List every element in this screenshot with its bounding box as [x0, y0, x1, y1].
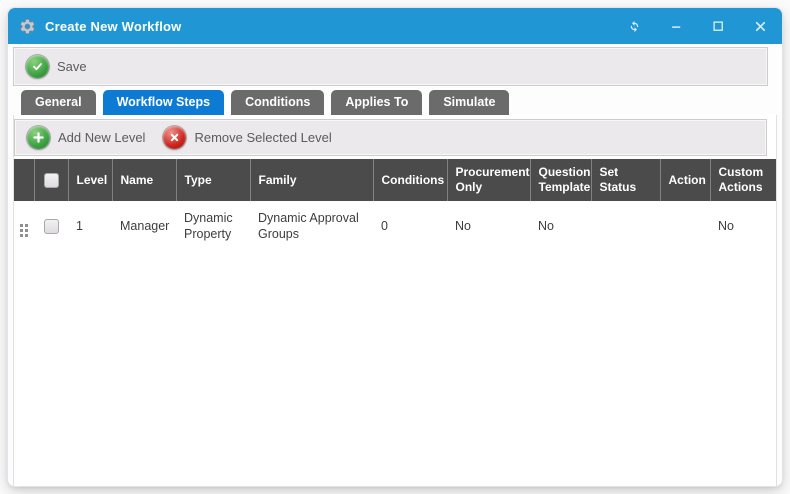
cell-level: 1	[68, 201, 112, 251]
column-header-family[interactable]: Family	[250, 159, 373, 201]
row-select-cell	[34, 201, 68, 251]
window-controls	[627, 19, 768, 34]
tab-conditions[interactable]: Conditions	[231, 90, 324, 115]
window-title: Create New Workflow	[45, 19, 181, 34]
column-header-select	[34, 159, 68, 201]
add-new-level-label: Add New Level	[58, 130, 145, 145]
tab-applies-to[interactable]: Applies To	[331, 90, 422, 115]
close-icon[interactable]	[753, 19, 768, 34]
column-header-name[interactable]: Name	[112, 159, 176, 201]
cell-name: Manager	[112, 201, 176, 251]
column-header-action[interactable]: Action	[660, 159, 710, 201]
cell-procurement-only: No	[447, 201, 530, 251]
workflow-steps-table: Level Name Type Family Conditions Procur…	[14, 159, 776, 251]
table-row[interactable]: 1 Manager Dynamic Property Dynamic Appro…	[14, 201, 776, 251]
row-checkbox[interactable]	[44, 219, 59, 234]
save-toolbar: Save	[13, 47, 768, 86]
column-header-conditions[interactable]: Conditions	[373, 159, 447, 201]
cell-question-template: No	[530, 201, 591, 251]
select-all-checkbox[interactable]	[44, 173, 59, 188]
column-header-level[interactable]: Level	[68, 159, 112, 201]
workflow-steps-panel: Add New Level Remove Selected Level	[13, 115, 777, 486]
column-header-procurement-only[interactable]: Procurement Only	[447, 159, 530, 201]
save-button[interactable]: Save	[18, 52, 95, 81]
tab-strip: General Workflow Steps Conditions Applie…	[21, 90, 777, 115]
add-new-level-button[interactable]: Add New Level	[19, 123, 153, 152]
tab-workflow-steps[interactable]: Workflow Steps	[103, 90, 225, 115]
refresh-icon[interactable]	[627, 19, 642, 34]
tab-general[interactable]: General	[21, 90, 96, 115]
drag-grip-icon[interactable]	[20, 224, 28, 237]
row-drag-cell	[14, 201, 34, 251]
cell-custom-actions: No	[710, 201, 776, 251]
cell-conditions: 0	[373, 201, 447, 251]
save-check-icon	[26, 55, 49, 78]
cell-type: Dynamic Property	[176, 201, 250, 251]
remove-selected-level-button[interactable]: Remove Selected Level	[155, 123, 339, 152]
create-new-workflow-dialog: Create New Workflow Save	[8, 8, 782, 486]
column-header-custom-actions[interactable]: Custom Actions	[710, 159, 776, 201]
maximize-icon[interactable]	[711, 19, 726, 34]
level-toolbar: Add New Level Remove Selected Level	[14, 119, 767, 156]
column-header-type[interactable]: Type	[176, 159, 250, 201]
column-header-drag	[14, 159, 34, 201]
save-label: Save	[57, 59, 87, 74]
remove-x-icon	[163, 126, 186, 149]
column-header-question-template[interactable]: Question Template	[530, 159, 591, 201]
tab-simulate[interactable]: Simulate	[429, 90, 509, 115]
cell-family: Dynamic Approval Groups	[250, 201, 373, 251]
cell-set-status	[591, 201, 660, 251]
cell-action	[660, 201, 710, 251]
dialog-content: Save General Workflow Steps Conditions A…	[8, 44, 782, 486]
titlebar: Create New Workflow	[8, 8, 782, 44]
column-header-set-status[interactable]: Set Status	[591, 159, 660, 201]
minimize-icon[interactable]	[669, 19, 684, 34]
table-header-row: Level Name Type Family Conditions Procur…	[14, 159, 776, 201]
add-plus-icon	[27, 126, 50, 149]
gear-icon	[19, 18, 36, 35]
remove-selected-level-label: Remove Selected Level	[194, 130, 331, 145]
